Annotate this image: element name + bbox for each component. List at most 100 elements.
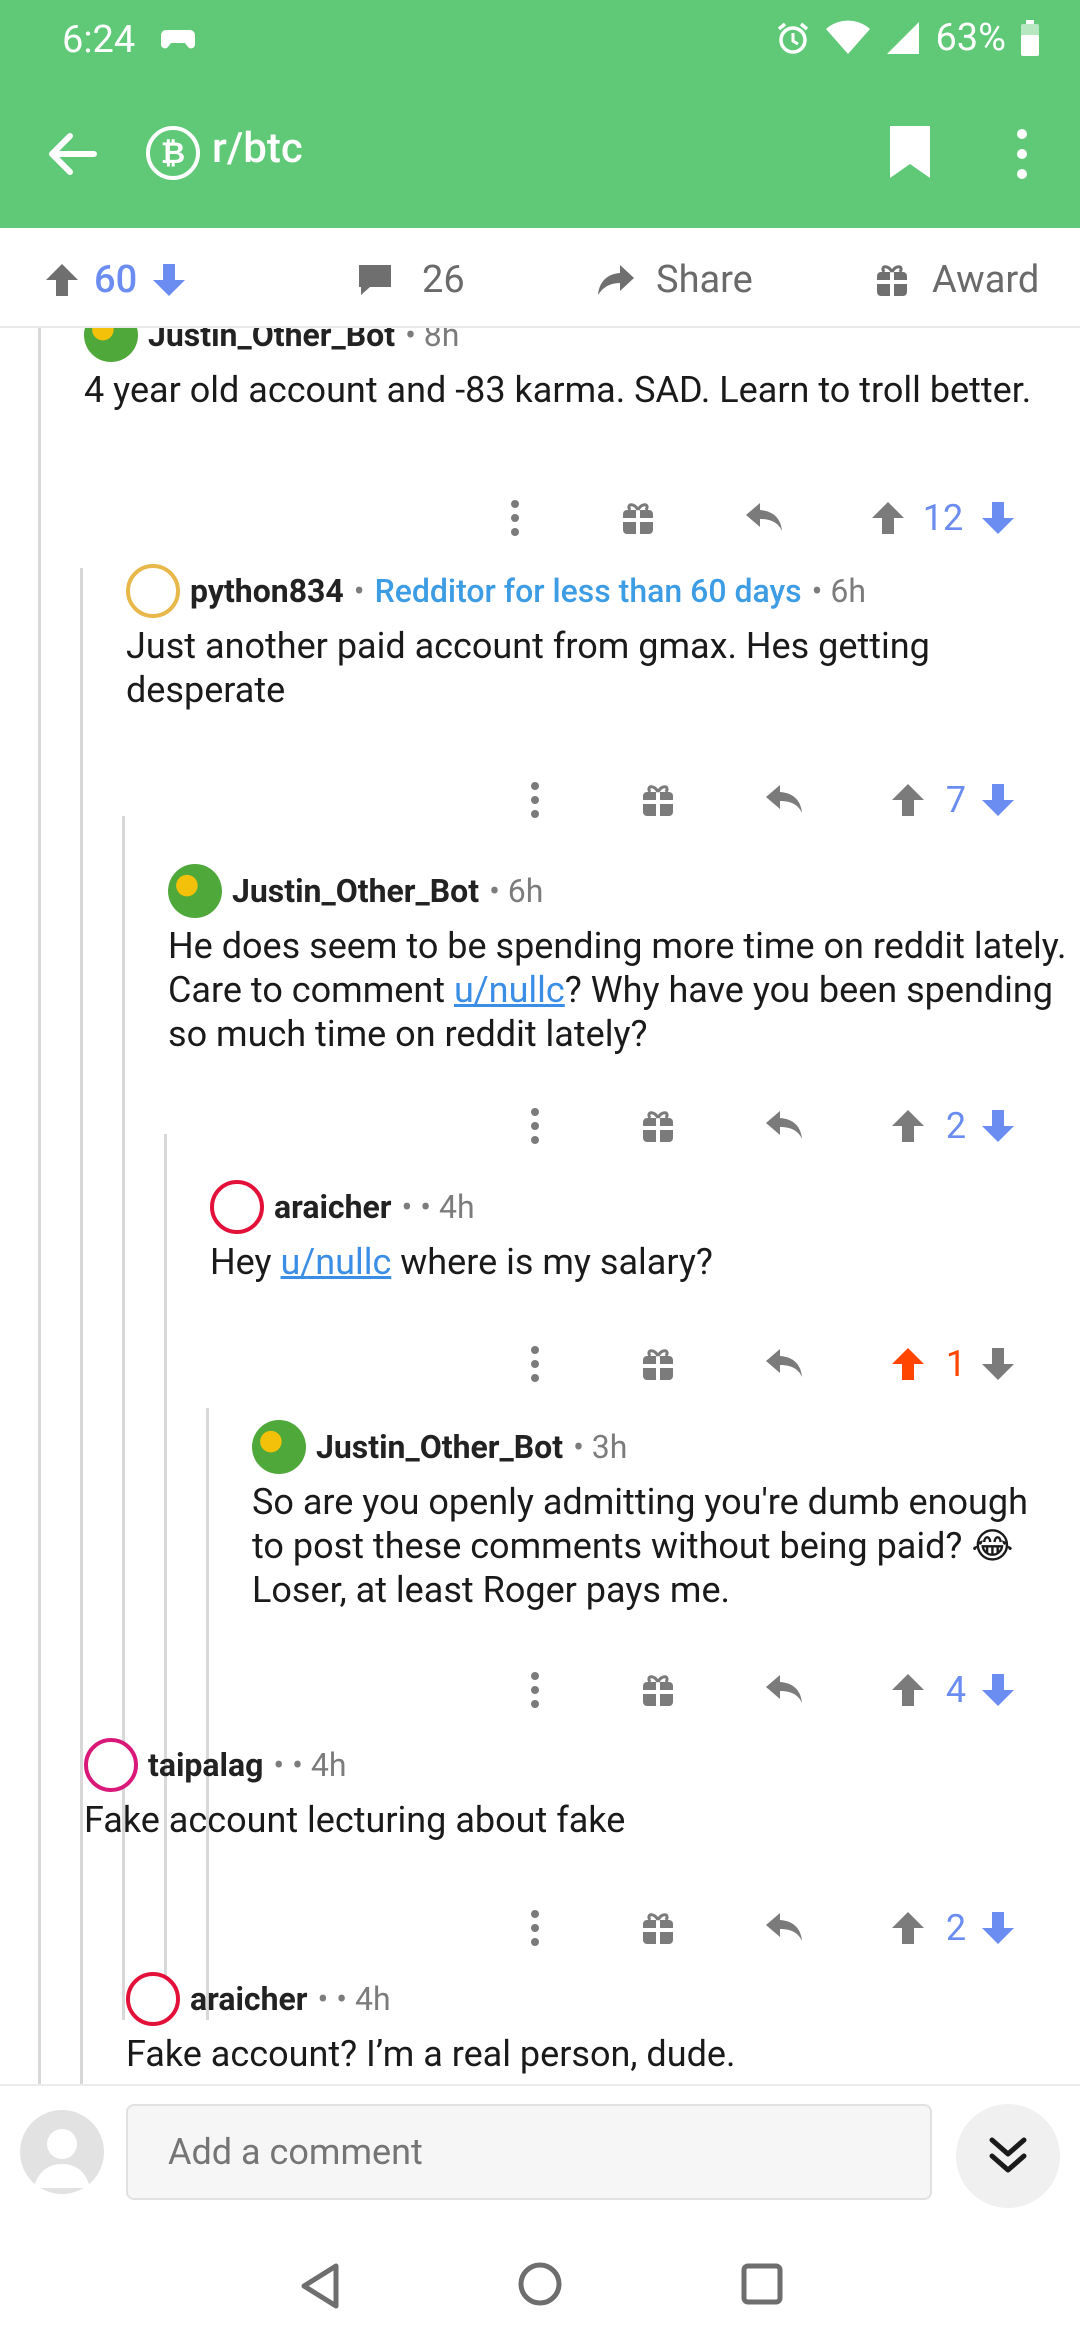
comment-author[interactable]: Justin_Other_Bot xyxy=(316,1428,563,1466)
avatar[interactable] xyxy=(84,1738,138,1792)
nav-recents-icon[interactable] xyxy=(740,2262,784,2306)
comment-body: 4 year old account and -83 karma. SAD. L… xyxy=(84,369,1032,411)
downvote-icon[interactable] xyxy=(980,488,1016,548)
more-options-icon[interactable] xyxy=(1006,126,1038,182)
gift-icon[interactable] xyxy=(638,1898,678,1958)
upvote-icon[interactable] xyxy=(890,1660,926,1720)
battery-percent: 63% xyxy=(935,16,1006,60)
double-chevron-down-icon xyxy=(989,2137,1027,2173)
thread-line xyxy=(206,1408,209,2020)
thread-line xyxy=(38,328,41,2084)
comment-meta: • • 4h xyxy=(317,1980,391,2018)
downvote-icon[interactable] xyxy=(980,770,1016,830)
gift-icon xyxy=(877,265,907,296)
comment-bubble-icon xyxy=(359,265,391,295)
next-comment-button[interactable] xyxy=(956,2104,1060,2208)
battery-icon xyxy=(1021,20,1039,56)
nav-back-icon[interactable] xyxy=(298,2262,342,2310)
more-options-icon[interactable] xyxy=(520,1660,550,1720)
reply-icon[interactable] xyxy=(762,1334,806,1394)
comment-actions: 12 xyxy=(470,488,1050,548)
user-avatar[interactable] xyxy=(20,2110,104,2194)
game-controller-icon xyxy=(161,30,195,49)
bitcoin-icon[interactable]: ₿ xyxy=(146,126,200,180)
avatar[interactable] xyxy=(126,1972,180,2026)
share-button[interactable]: Share xyxy=(596,258,753,302)
comment: araicher • • 4h Hey u/nullc where is my … xyxy=(210,1180,1070,1284)
comment-body: Fake account? I’m a real person, dude. xyxy=(126,2033,736,2075)
downvote-icon[interactable] xyxy=(980,1660,1016,1720)
comment-score: 7 xyxy=(945,779,967,821)
gift-icon[interactable] xyxy=(638,770,678,830)
nav-home-icon[interactable] xyxy=(516,2260,564,2308)
comment-meta: • • 4h xyxy=(273,1746,347,1784)
more-options-icon[interactable] xyxy=(520,1096,550,1156)
avatar[interactable] xyxy=(252,1420,306,1474)
post-score: 60 xyxy=(94,258,138,302)
upvote-icon[interactable] xyxy=(870,488,906,548)
system-nav-bar xyxy=(0,2226,1080,2340)
comment-body: Hey u/nullc where is my salary? xyxy=(210,1241,713,1283)
thread-line xyxy=(80,568,83,2020)
avatar[interactable] xyxy=(168,864,222,918)
more-options-icon[interactable] xyxy=(500,488,530,548)
signal-icon xyxy=(887,22,920,54)
upvote-icon[interactable] xyxy=(44,262,80,298)
gift-icon[interactable] xyxy=(638,1096,678,1156)
comment-body: Just another paid account from gmax. Hes… xyxy=(126,625,930,711)
avatar[interactable] xyxy=(84,328,138,362)
comment-actions: 1 xyxy=(490,1334,1050,1394)
award-button[interactable]: Award xyxy=(874,258,1039,302)
comment-meta: • 8h xyxy=(405,328,460,354)
gift-icon[interactable] xyxy=(618,488,658,548)
avatar[interactable] xyxy=(210,1180,264,1234)
avatar[interactable] xyxy=(126,564,180,618)
bookmark-icon[interactable] xyxy=(886,124,934,180)
downvote-icon[interactable] xyxy=(980,1096,1016,1156)
comment-meta: • • 4h xyxy=(401,1188,475,1226)
reply-icon[interactable] xyxy=(762,770,806,830)
upvote-icon[interactable] xyxy=(890,1096,926,1156)
gift-icon[interactable] xyxy=(638,1334,678,1394)
reply-icon[interactable] xyxy=(742,488,786,548)
more-options-icon[interactable] xyxy=(520,1898,550,1958)
comment: araicher • • 4h Fake account? I’m a real… xyxy=(126,1972,1066,2076)
downvote-icon[interactable] xyxy=(980,1898,1016,1958)
comment-body: He does seem to be spending more time on… xyxy=(168,925,1067,1055)
reply-icon[interactable] xyxy=(762,1660,806,1720)
downvote-icon[interactable] xyxy=(151,262,187,298)
comments-count-button[interactable]: 26 xyxy=(356,258,465,302)
comment-score: 4 xyxy=(945,1669,967,1711)
comment-author[interactable]: Justin_Other_Bot xyxy=(148,328,395,354)
gift-icon[interactable] xyxy=(638,1660,678,1720)
comment-author[interactable]: taipalag xyxy=(148,1746,263,1784)
reply-icon[interactable] xyxy=(762,1096,806,1156)
comment-meta: • 6h xyxy=(489,872,544,910)
comment-author[interactable]: araicher xyxy=(274,1188,392,1226)
status-bar: 6:24 63% xyxy=(0,0,1080,80)
downvote-icon[interactable] xyxy=(980,1334,1016,1394)
user-mention-link[interactable]: u/nullc xyxy=(454,969,565,1011)
status-time: 6:24 xyxy=(62,18,136,62)
comment-author[interactable]: araicher xyxy=(190,1980,308,2018)
more-options-icon[interactable] xyxy=(520,770,550,830)
thread-line xyxy=(80,1970,83,2084)
upvote-icon[interactable] xyxy=(890,770,926,830)
comment-author[interactable]: python834 xyxy=(190,572,344,610)
more-options-icon[interactable] xyxy=(520,1334,550,1394)
comment-actions: 7 xyxy=(490,770,1050,830)
back-arrow-icon[interactable] xyxy=(44,126,100,182)
comment-score: 12 xyxy=(922,497,964,539)
upvote-icon-active[interactable] xyxy=(890,1334,926,1394)
comment-meta: • 6h xyxy=(811,572,866,610)
user-flair: Redditor for less than 60 days xyxy=(374,572,802,610)
add-comment-input[interactable] xyxy=(126,2104,932,2200)
subreddit-name[interactable]: r/btc xyxy=(212,124,303,173)
comment-author[interactable]: Justin_Other_Bot xyxy=(232,872,479,910)
post-vote: 60 xyxy=(44,258,187,302)
user-mention-link[interactable]: u/nullc xyxy=(281,1241,392,1283)
wifi-icon xyxy=(826,20,871,54)
upvote-icon[interactable] xyxy=(890,1898,926,1958)
reply-icon[interactable] xyxy=(762,1898,806,1958)
comment-actions: 4 xyxy=(490,1660,1050,1720)
